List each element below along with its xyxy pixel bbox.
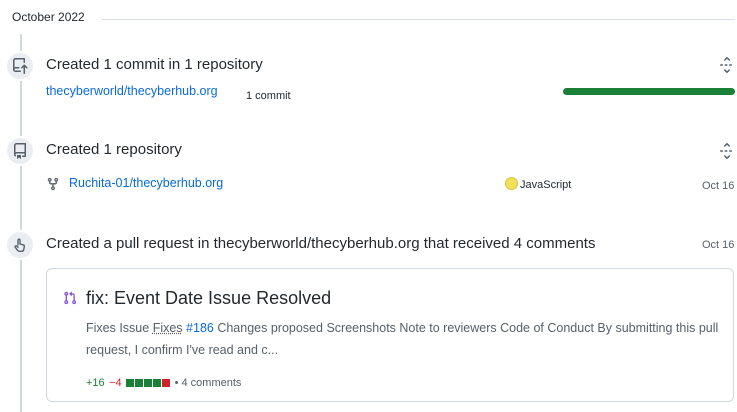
expand-repos-button[interactable] xyxy=(719,143,735,164)
expand-commits-button[interactable] xyxy=(719,57,735,78)
deletions-count: −4 xyxy=(109,377,122,389)
language-label: JavaScript xyxy=(505,177,571,191)
hand-icon xyxy=(14,238,26,252)
month-label: October 2022 xyxy=(12,10,85,24)
commit-count: 1 commit xyxy=(246,90,291,102)
pull-request-badge xyxy=(5,230,35,260)
pull-request-card: fix: Event Date Issue Resolved Fixes Iss… xyxy=(46,268,734,402)
unfold-icon xyxy=(720,143,732,159)
timeline-line xyxy=(20,34,22,412)
commit-count-link[interactable]: 1 commit xyxy=(246,86,291,104)
pr-title-link[interactable]: fix: Event Date Issue Resolved xyxy=(86,288,331,309)
commit-repo-link[interactable]: thecyberworld/thecyberhub.org xyxy=(46,84,218,98)
repo-icon xyxy=(13,143,26,159)
month-divider xyxy=(102,19,735,20)
fork-icon xyxy=(46,177,62,193)
repo-date: Oct 16 xyxy=(702,180,735,192)
repo-push-icon xyxy=(13,58,28,74)
repo-summary-title: Created 1 repository xyxy=(46,141,182,158)
diff-square xyxy=(153,379,162,387)
pr-date: Oct 16 xyxy=(702,239,735,251)
repo-push-badge xyxy=(5,51,35,81)
diff-square xyxy=(126,379,135,387)
diff-square xyxy=(144,379,153,387)
commit-progress-bar xyxy=(563,88,735,95)
diff-stat-squares xyxy=(126,379,171,387)
language-color-dot xyxy=(505,177,518,190)
language-name: JavaScript xyxy=(520,179,572,191)
issue-link[interactable]: #186 xyxy=(186,321,214,335)
diff-square xyxy=(162,379,171,387)
unfold-icon xyxy=(720,57,732,73)
pr-summary-title: Created a pull request in thecyberworld/… xyxy=(46,235,596,252)
repo-badge xyxy=(5,136,35,166)
pr-body-fixes: Fixes xyxy=(152,321,183,335)
pr-body-text: Fixes Issue xyxy=(86,321,153,335)
diff-square xyxy=(135,379,144,387)
git-pull-request-icon xyxy=(63,291,77,305)
commit-summary-title: Created 1 commit in 1 repository xyxy=(46,56,263,73)
comments-link[interactable]: • 4 comments xyxy=(175,377,242,389)
additions-count: +16 xyxy=(86,377,105,389)
pr-body: Fixes Issue Fixes #186 Changes proposed … xyxy=(86,317,726,361)
pr-stats: +16 −4 • 4 comments xyxy=(86,373,241,391)
repo-link[interactable]: Ruchita-01/thecyberhub.org xyxy=(69,176,223,190)
